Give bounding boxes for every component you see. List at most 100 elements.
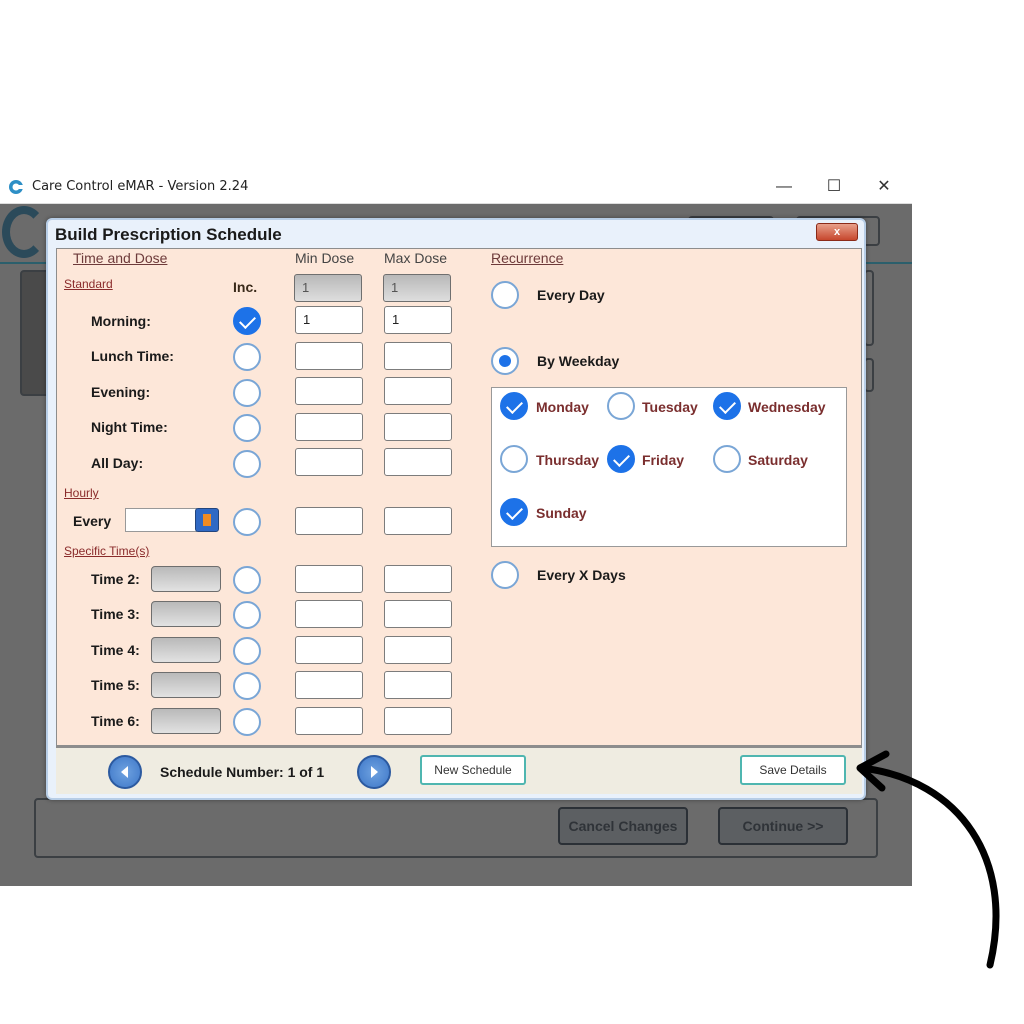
cancel-changes-button[interactable]: Cancel Changes (558, 807, 688, 845)
lunch-min-dose-input[interactable] (295, 342, 363, 370)
every-x-days-label: Every X Days (537, 567, 626, 583)
specific-time-label: Time 4: (91, 642, 140, 658)
standard-section-label: Standard (64, 277, 113, 291)
hourly-max-dose-input[interactable] (384, 507, 452, 535)
time-3-include-check[interactable] (233, 601, 261, 629)
specific-time-label: Time 5: (91, 677, 140, 693)
day-label: Wednesday (748, 399, 826, 415)
schedule-number-label: Schedule Number: 1 of 1 (160, 764, 325, 780)
morning-include-check[interactable] (233, 307, 261, 335)
arrow-left-icon (121, 766, 128, 778)
time-5-picker[interactable] (151, 672, 221, 698)
all-day-min-dose-input[interactable] (295, 448, 363, 476)
every-day-radio[interactable] (491, 281, 519, 309)
by-weekday-radio[interactable] (491, 347, 519, 375)
time-4-min-dose-input[interactable] (295, 636, 363, 664)
all-day-max-dose-input[interactable] (384, 448, 452, 476)
time-6-max-dose-input[interactable] (384, 707, 452, 735)
time-5-max-dose-input[interactable] (384, 671, 452, 699)
title-bar: Care Control eMAR - Version 2.24 — ☐ ✕ (0, 170, 912, 204)
hourly-dropdown-button[interactable] (195, 508, 219, 532)
include-column-heading: Inc. (233, 279, 258, 295)
arrow-right-icon (371, 766, 378, 778)
time-2-picker[interactable] (151, 566, 221, 592)
screenshot-stage: Care Control eMAR - Version 2.24 — ☐ ✕ C… (0, 0, 1024, 1024)
time-2-include-check[interactable] (233, 566, 261, 594)
lunch-include-check[interactable] (233, 343, 261, 371)
hourly-interval-input[interactable] (125, 508, 197, 532)
new-schedule-button[interactable]: New Schedule (420, 755, 526, 785)
specific-time-label: Time 2: (91, 571, 140, 587)
continue-button[interactable]: Continue >> (718, 807, 848, 845)
night-include-check[interactable] (233, 414, 261, 442)
time-2-max-dose-input[interactable] (384, 565, 452, 593)
dialog-footer: Schedule Number: 1 of 1 New Schedule Sav… (56, 746, 862, 794)
friday-check[interactable] (607, 445, 635, 473)
time-6-min-dose-input[interactable] (295, 707, 363, 735)
night-max-dose-input[interactable] (384, 413, 452, 441)
dialog-body: Time and Dose Min Dose Max Dose Recurren… (56, 248, 862, 746)
thursday-check[interactable] (500, 445, 528, 473)
dialog-title: Build Prescription Schedule (55, 225, 282, 244)
next-schedule-button[interactable] (357, 755, 391, 789)
time-6-include-check[interactable] (233, 708, 261, 736)
time-2-min-dose-input[interactable] (295, 565, 363, 593)
time-4-include-check[interactable] (233, 637, 261, 665)
background-logo (2, 206, 46, 258)
by-weekday-label: By Weekday (537, 353, 620, 369)
sunday-check[interactable] (500, 498, 528, 526)
time-3-picker[interactable] (151, 601, 221, 627)
day-label: Thursday (536, 452, 600, 468)
tuesday-check[interactable] (607, 392, 635, 420)
wednesday-check[interactable] (713, 392, 741, 420)
previous-schedule-button[interactable] (108, 755, 142, 789)
every-x-days-radio[interactable] (491, 561, 519, 589)
min-dose-header-field: 1 (294, 274, 362, 302)
all-day-include-check[interactable] (233, 450, 261, 478)
app-logo-icon (9, 180, 24, 194)
day-label: Tuesday (642, 399, 698, 415)
max-dose-header-field: 1 (383, 274, 451, 302)
lunch-max-dose-input[interactable] (384, 342, 452, 370)
evening-min-dose-input[interactable] (295, 377, 363, 405)
minimize-button[interactable]: — (764, 174, 804, 200)
time-6-picker[interactable] (151, 708, 221, 734)
maximize-button[interactable]: ☐ (814, 174, 854, 200)
annotation-arrow (856, 750, 1000, 969)
evening-include-check[interactable] (233, 379, 261, 407)
time-and-dose-heading: Time and Dose (73, 250, 168, 266)
hourly-section-label: Hourly (64, 486, 99, 500)
dialog-close-button[interactable]: x (816, 223, 858, 241)
specific-time-label: Time 3: (91, 606, 140, 622)
every-day-label: Every Day (537, 287, 605, 303)
time-4-max-dose-input[interactable] (384, 636, 452, 664)
time-3-min-dose-input[interactable] (295, 600, 363, 628)
night-min-dose-input[interactable] (295, 413, 363, 441)
time-5-include-check[interactable] (233, 672, 261, 700)
morning-min-dose-input[interactable]: 1 (295, 306, 363, 334)
time-4-picker[interactable] (151, 637, 221, 663)
hourly-min-dose-input[interactable] (295, 507, 363, 535)
specific-times-section-label: Specific Time(s) (64, 544, 150, 558)
standard-row-label: Lunch Time: (91, 348, 174, 364)
saturday-check[interactable] (713, 445, 741, 473)
window-title: Care Control eMAR - Version 2.24 (32, 179, 249, 194)
close-window-button[interactable]: ✕ (864, 174, 904, 200)
build-schedule-dialog: Build Prescription Schedule x Time and D… (46, 218, 866, 800)
standard-row-label: Night Time: (91, 419, 168, 435)
monday-check[interactable] (500, 392, 528, 420)
evening-max-dose-input[interactable] (384, 377, 452, 405)
day-label: Saturday (748, 452, 808, 468)
save-details-button[interactable]: Save Details (740, 755, 846, 785)
day-label: Friday (642, 452, 685, 468)
max-dose-heading: Max Dose (384, 250, 448, 266)
hourly-include-check[interactable] (233, 508, 261, 536)
weekday-selection-panel: Monday Tuesday Wednesday Thursday Friday… (491, 387, 847, 547)
every-label: Every (73, 513, 112, 529)
recurrence-heading: Recurrence (491, 250, 564, 266)
time-5-min-dose-input[interactable] (295, 671, 363, 699)
day-label: Sunday (536, 505, 587, 521)
day-label: Monday (536, 399, 589, 415)
time-3-max-dose-input[interactable] (384, 600, 452, 628)
morning-max-dose-input[interactable]: 1 (384, 306, 452, 334)
